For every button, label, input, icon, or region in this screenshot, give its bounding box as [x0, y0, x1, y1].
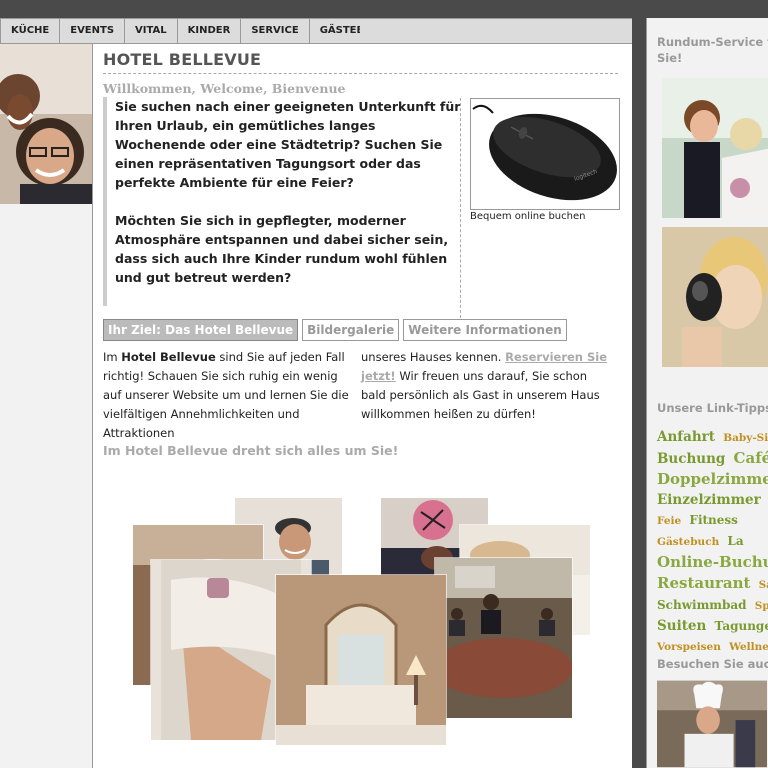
tab-hotel-bellevue[interactable]: Ihr Ziel: Das Hotel Bellevue [103, 319, 299, 341]
tag-link[interactable]: Buchung [657, 451, 725, 467]
sidebar-heading-service-line1: Rundum-Service f [657, 35, 768, 49]
online-booking-image[interactable]: logitech [470, 98, 620, 210]
chef-photo[interactable] [657, 680, 767, 768]
top-bar [0, 0, 768, 18]
tag-link[interactable]: Baby-Sitte [723, 432, 768, 444]
sidebar-heading-visit: Besuchen Sie auc [657, 657, 768, 671]
body-text-left: Im Hotel Bellevue sind Sie auf jeden Fal… [103, 348, 351, 443]
title-divider [103, 73, 618, 74]
photo-collage [130, 495, 595, 745]
tagline: Im Hotel Bellevue dreht sich alles um Si… [103, 443, 399, 458]
nav-item-service[interactable]: SERVICE [241, 18, 310, 44]
intro-paragraph-2: Möchten Sie sich in gepflegter, moderner… [115, 213, 449, 285]
page-subtitle: Willkommen, Welcome, Bienvenue [103, 81, 346, 96]
page-title: HOTEL BELLEVUE [103, 50, 262, 69]
tag-link[interactable]: Tagungen [715, 619, 768, 633]
tag-link[interactable]: Speis [755, 600, 768, 612]
body-right-pre: unseres Hauses kennen. [361, 350, 506, 364]
tag-link[interactable]: Einzelzimmer [657, 492, 761, 508]
tag-link[interactable]: Gästebuch [657, 536, 719, 548]
intro-text: Sie suchen nach einer geeigneten Unterku… [103, 97, 465, 306]
hotel-name-bold: Hotel Bellevue [121, 350, 216, 364]
tag-link[interactable]: Doppelzimmer [657, 470, 768, 488]
tag-link[interactable]: Restaurant [657, 574, 750, 592]
tag-link[interactable]: Schwimmbad [657, 598, 747, 612]
tab-weitere-informationen[interactable]: Weitere Informationen [403, 319, 567, 341]
tab-bildergalerie[interactable]: Bildergalerie [302, 319, 400, 341]
vertical-divider [460, 98, 461, 318]
body-right-post: Wir freuen uns darauf, Sie schon bald pe… [361, 369, 600, 421]
tag-link[interactable]: Suiten [657, 618, 706, 634]
tag-link[interactable]: Café [734, 449, 768, 467]
nav-item-vital[interactable]: VITAL [125, 18, 178, 44]
mouse-caption: Bequem online buchen [470, 211, 586, 222]
body-text-right: unseres Hauses kennen. Reservieren Sie j… [361, 348, 615, 424]
left-column [0, 44, 93, 768]
wedding-photo[interactable] [662, 78, 768, 218]
main-panel: KÜCHE EVENTS VITAL KINDER SERVICE GÄSTEB… [0, 18, 632, 768]
main-nav: KÜCHE EVENTS VITAL KINDER SERVICE GÄSTEB… [0, 18, 399, 44]
sidebar-heading-service: Rundum-Service f Sie! [657, 34, 768, 66]
intro-paragraph-1: Sie suchen nach einer geeigneten Unterku… [115, 99, 461, 190]
nav-item-events[interactable]: EVENTS [60, 18, 126, 44]
tag-link[interactable]: Anfahrt [657, 429, 715, 445]
tag-link[interactable]: Online-Buchung [657, 553, 768, 571]
right-sidebar: Rundum-Service f Sie! Unsere Link-Tipps … [646, 18, 768, 768]
tag-link[interactable]: Vorspeisen [657, 641, 721, 653]
tag-link[interactable]: La [727, 534, 743, 548]
computer-mouse-icon: logitech [472, 104, 617, 201]
body-left-pre: Im [103, 350, 122, 364]
tag-link[interactable]: Feie [657, 515, 681, 527]
nav-item-kueche[interactable]: KÜCHE [0, 18, 61, 44]
tag-cloud: Anfahrt Baby-Sitte Buchung Café Doppelzi… [657, 427, 768, 657]
sidebar-heading-links: Unsere Link-Tipps [657, 401, 768, 415]
nav-filler [360, 18, 632, 44]
mirror-woman-photo[interactable] [662, 227, 768, 367]
nav-item-kinder[interactable]: KINDER [177, 18, 242, 44]
tag-link[interactable]: Fitness [689, 513, 738, 527]
content-tabs: Ihr Ziel: Das Hotel Bellevue Bildergaler… [103, 319, 567, 341]
hotel-room-photo [276, 575, 446, 745]
meeting-photo [435, 558, 572, 718]
people-photo [0, 44, 92, 204]
sidebar-heading-service-line2: Sie! [657, 51, 683, 65]
tag-link[interactable]: Wellness [729, 641, 768, 653]
tag-link[interactable]: Sau [759, 579, 768, 591]
